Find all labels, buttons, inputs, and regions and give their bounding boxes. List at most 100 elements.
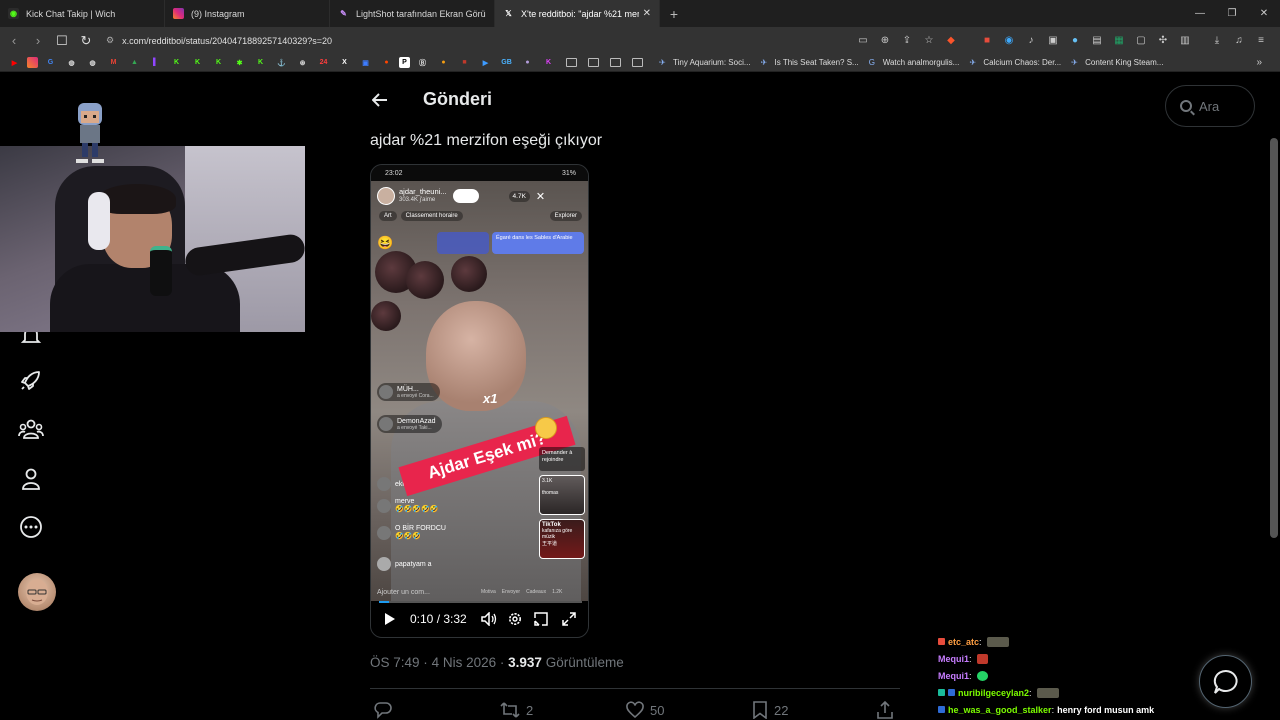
- more-circle-icon[interactable]: [18, 514, 44, 540]
- communities-icon[interactable]: [18, 416, 44, 442]
- kick-icon[interactable]: K: [189, 57, 206, 68]
- extension-excel-icon[interactable]: ▦: [1108, 33, 1130, 49]
- site-info-icon[interactable]: ⚙: [106, 35, 114, 46]
- reload-icon[interactable]: ↻: [76, 33, 96, 49]
- media-icon[interactable]: ♫: [1228, 33, 1250, 49]
- minimize-icon[interactable]: —: [1184, 0, 1216, 27]
- kick-icon[interactable]: K: [252, 57, 269, 68]
- phone-battery: 31%: [561, 169, 576, 177]
- tab-x-post[interactable]: 𝕏 X'te redditboi: "ajdar %21 merzif ✕: [495, 0, 660, 27]
- folder-icon[interactable]: [588, 58, 599, 67]
- letter-icon[interactable]: Ⓑ: [414, 57, 431, 68]
- extension-translate-icon[interactable]: ▤: [1086, 33, 1108, 49]
- follow-button[interactable]: [452, 189, 479, 203]
- zoom-icon[interactable]: ⊕: [874, 33, 896, 49]
- messages-button[interactable]: [1199, 655, 1252, 708]
- translate-icon[interactable]: G: [42, 57, 59, 68]
- extension-sound-icon[interactable]: ◉: [998, 33, 1020, 49]
- kick-icon[interactable]: K: [210, 57, 227, 68]
- kick-icon: ◉: [8, 8, 19, 19]
- bookmark-seat-taken[interactable]: ✈ Is This Seat Taken? S...: [761, 58, 859, 68]
- reddit-icon[interactable]: ●: [378, 57, 395, 68]
- extension-steam-icon[interactable]: ●: [1064, 33, 1086, 49]
- kick-dark-icon[interactable]: K: [540, 57, 557, 68]
- bookmark-calcium-chaos[interactable]: ✈ Calcium Chaos: Der...: [969, 58, 1061, 68]
- bookmark-content-king[interactable]: ✈ Content King Steam...: [1071, 58, 1163, 68]
- brave-shield-icon[interactable]: ◆: [940, 33, 962, 49]
- extensions-puzzle-icon[interactable]: ✣: [1152, 33, 1174, 49]
- download-icon[interactable]: ⤓: [1206, 33, 1228, 49]
- cast-icon[interactable]: ▭: [852, 33, 874, 49]
- close-window-icon[interactable]: ✕: [1248, 0, 1280, 27]
- folder-icon[interactable]: [566, 58, 577, 67]
- youtube-icon[interactable]: ▶: [6, 57, 23, 68]
- repost-icon: [500, 702, 520, 718]
- purple-icon[interactable]: ●: [519, 57, 536, 68]
- tab-lightshot[interactable]: ✎ LightShot tarafından Ekran Görüntüsü: [330, 0, 495, 27]
- extension-box-icon[interactable]: ▢: [1130, 33, 1152, 49]
- forward-arrow-icon[interactable]: ›: [28, 33, 48, 48]
- sidebar-icon[interactable]: ▥: [1174, 33, 1196, 49]
- volume-icon[interactable]: [480, 609, 498, 629]
- red-icon[interactable]: ■: [456, 57, 473, 68]
- app-icon[interactable]: ▣: [357, 57, 374, 68]
- views-label: Görüntüleme: [545, 655, 624, 670]
- back-arrow-icon[interactable]: ‹: [4, 33, 24, 48]
- bookmark-button[interactable]: 22: [752, 701, 788, 719]
- streamer-avatar[interactable]: [377, 187, 395, 205]
- rocket-icon[interactable]: [18, 367, 44, 393]
- tweet-date[interactable]: 4 Nis 2026: [432, 655, 497, 670]
- twitch-icon[interactable]: ▌: [147, 57, 164, 68]
- search-input[interactable]: Ara: [1165, 85, 1255, 127]
- pip-icon[interactable]: [532, 609, 550, 629]
- close-tab-icon[interactable]: ✕: [643, 8, 651, 19]
- fullscreen-icon[interactable]: [560, 609, 578, 629]
- menu-icon[interactable]: ≡: [1250, 33, 1272, 49]
- play-icon[interactable]: [381, 609, 399, 629]
- kick-icon[interactable]: K: [168, 57, 185, 68]
- folder-icon[interactable]: [632, 58, 643, 67]
- extension-speaker-icon[interactable]: ♪: [1020, 33, 1042, 49]
- tweet-time[interactable]: ÖS 7:49: [370, 655, 420, 670]
- kick-icon[interactable]: ✱: [231, 57, 248, 68]
- new-tab-button[interactable]: +: [660, 0, 688, 27]
- more-bookmarks-icon[interactable]: »: [1256, 57, 1262, 68]
- chart-icon[interactable]: 24: [315, 57, 332, 68]
- gb-icon[interactable]: GB: [498, 57, 515, 68]
- favorite-star-icon[interactable]: ☆: [918, 33, 940, 49]
- back-arrow-icon[interactable]: [370, 89, 390, 111]
- like-button[interactable]: 50: [626, 701, 664, 719]
- chat-message: he_was_a_good_stalker : henry ford musun…: [938, 701, 1178, 718]
- drive-icon[interactable]: ▲: [126, 57, 143, 68]
- gmail-icon[interactable]: M: [105, 57, 122, 68]
- share-button[interactable]: [876, 701, 900, 719]
- coin-icon[interactable]: ●: [435, 57, 452, 68]
- globe-icon[interactable]: ◍: [84, 57, 101, 68]
- x-icon[interactable]: X: [336, 57, 353, 68]
- bookmark-tiny-aquarium[interactable]: ✈ Tiny Aquarium: Soci...: [659, 58, 751, 68]
- video-player[interactable]: 23:02 31% ajdar_theuni... 303.4K j'aime …: [370, 164, 589, 638]
- p-icon[interactable]: P: [399, 57, 410, 68]
- restore-icon[interactable]: ❐: [1216, 0, 1248, 27]
- video-progress-bar[interactable]: [379, 601, 582, 603]
- settings-gear-icon[interactable]: [506, 609, 524, 629]
- page-scrollbar[interactable]: [1270, 138, 1278, 538]
- account-avatar[interactable]: [18, 573, 56, 611]
- share-icon[interactable]: ⇪: [896, 33, 918, 49]
- instagram-icon[interactable]: [27, 57, 38, 68]
- anchor-icon[interactable]: ⚓: [273, 57, 290, 68]
- extension-gamepad-icon[interactable]: ▣: [1042, 33, 1064, 49]
- profile-icon[interactable]: [18, 466, 44, 492]
- circle-icon[interactable]: ⊛: [294, 57, 311, 68]
- bookmark-icon[interactable]: ☐: [52, 33, 72, 49]
- bookmark-analmorgulis[interactable]: G Watch analmorgulis...: [869, 58, 960, 68]
- folder-icon[interactable]: [610, 58, 621, 67]
- globe-icon[interactable]: ◍: [63, 57, 80, 68]
- tab-kick-chat[interactable]: ◉ Kick Chat Takip | Wich: [0, 0, 165, 27]
- address-bar[interactable]: ⚙ x.com/redditboi/status/204047188925714…: [106, 31, 852, 51]
- play-icon[interactable]: ▶: [477, 57, 494, 68]
- repost-button[interactable]: 2: [500, 701, 533, 719]
- extension-red-icon[interactable]: ■: [976, 33, 998, 49]
- tab-instagram[interactable]: (9) Instagram: [165, 0, 330, 27]
- reply-button[interactable]: [374, 701, 398, 719]
